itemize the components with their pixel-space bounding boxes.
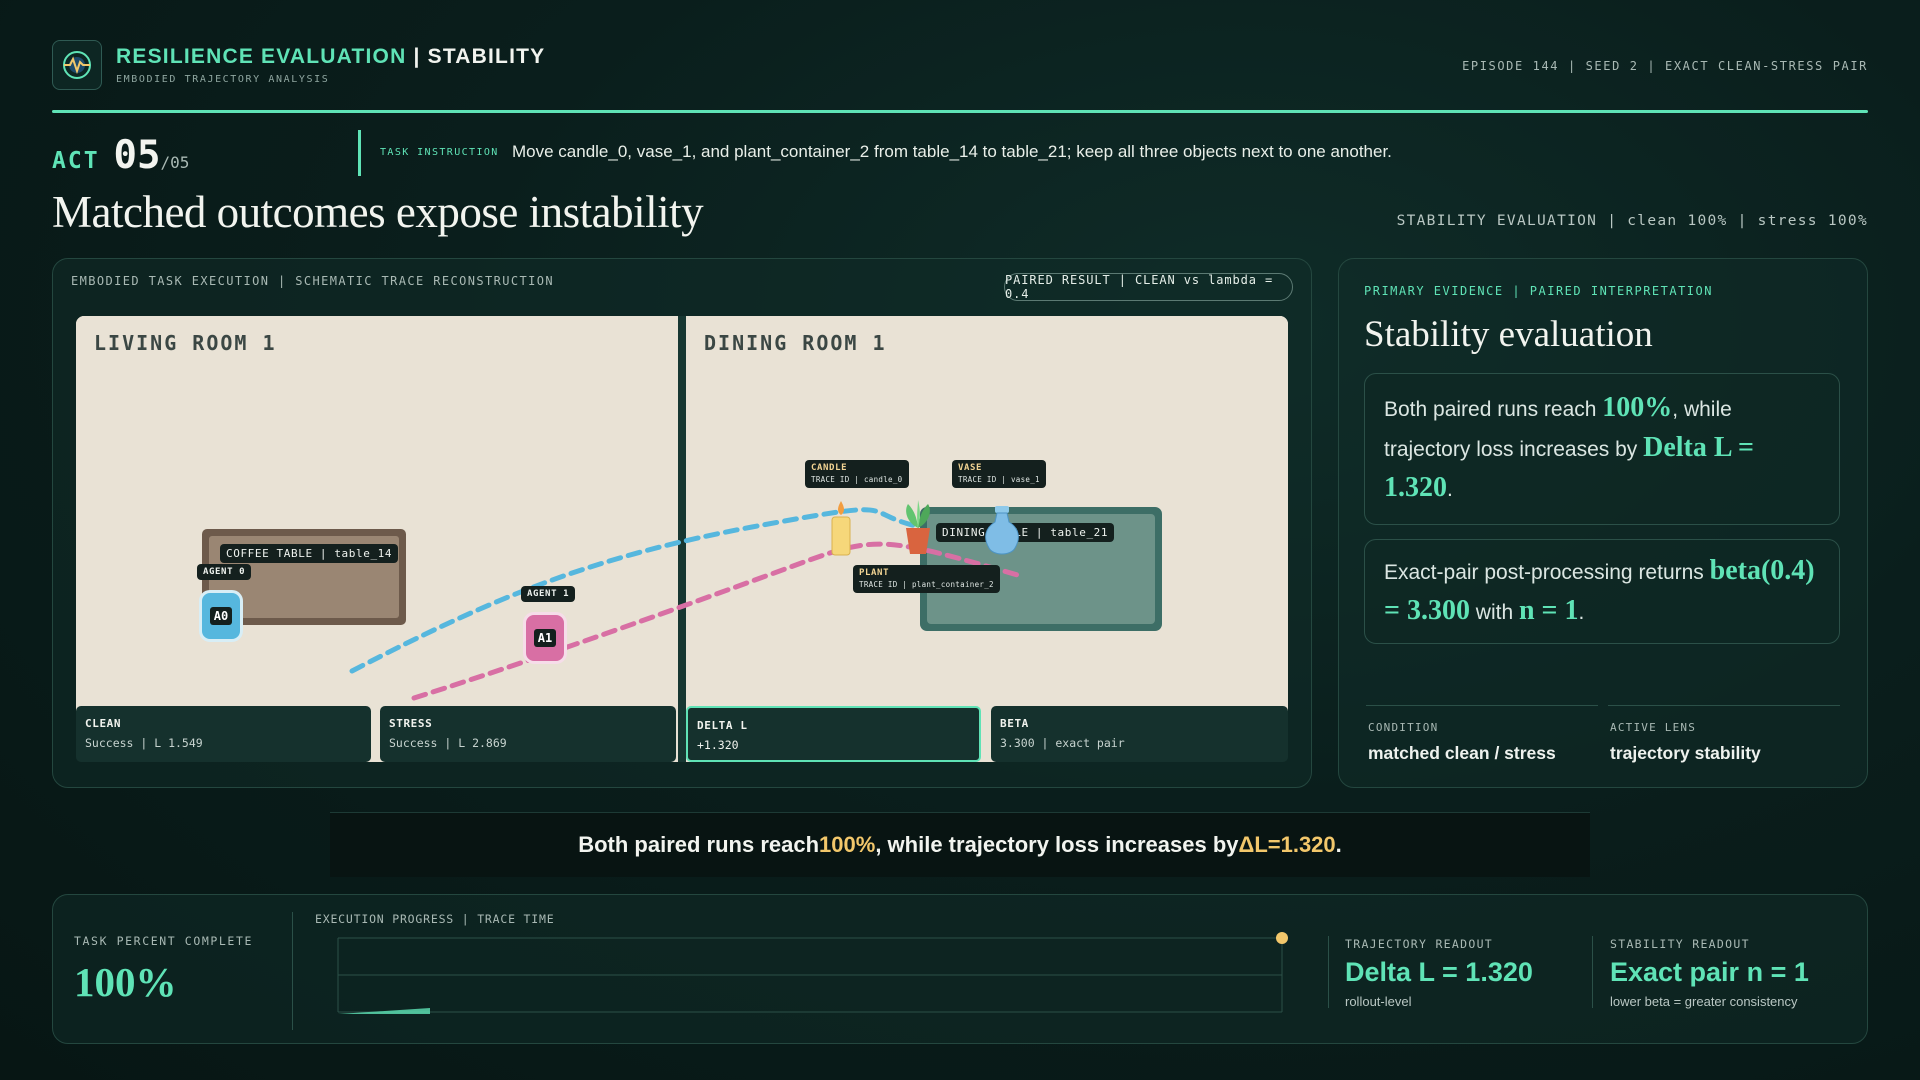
readout-divider-1 (1328, 936, 1329, 1008)
stability-readout-label: STABILITY READOUT (1610, 937, 1750, 951)
evidence-2-text-a: Exact-pair post-processing returns (1384, 560, 1710, 584)
candle-tag: CANDLE TRACE ID | candle_0 (805, 460, 909, 488)
progress-trace (338, 1008, 430, 1014)
evidence-box-1: Both paired runs reach 100%, while traje… (1364, 373, 1840, 525)
evidence-2-text-b: with (1469, 600, 1519, 624)
beta-stat-value: 3.300 | exact pair (1000, 736, 1125, 750)
delta-l-stat-key: DELTA L (697, 719, 748, 732)
condition-value: matched clean / stress (1368, 743, 1556, 763)
banner-highlight-b: ΔL=1.320 (1238, 832, 1336, 857)
act-total: /05 (160, 153, 190, 172)
candle-name: CANDLE (811, 463, 848, 473)
stability-readout-value: Exact pair n = 1 (1610, 957, 1809, 987)
trajectory-readout-value: Delta L = 1.320 (1345, 957, 1533, 987)
plant-tag: PLANT TRACE ID | plant_container_2 (853, 565, 1000, 593)
vase-trace: TRACE ID | vase_1 (958, 475, 1040, 484)
pulse-globe-icon (63, 51, 91, 79)
evidence-1-text-a: Both paired runs reach (1384, 398, 1603, 421)
scene-map: LIVING ROOM 1 DINING ROOM 1 COFFEE TABLE… (76, 316, 1288, 762)
banner-text-a: Both paired runs reach (578, 832, 820, 857)
task-complete-label: TASK PERCENT COMPLETE (74, 934, 253, 948)
stress-stat-value: Success | L 2.869 (389, 736, 507, 750)
clean-stat-key: CLEAN (85, 717, 122, 730)
lens-label: ACTIVE LENS (1610, 721, 1697, 734)
plant-trace: TRACE ID | plant_container_2 (859, 580, 994, 589)
vase-icon (985, 506, 1019, 555)
task-instruction-text: Move candle_0, vase_1, and plant_contain… (512, 142, 1392, 161)
paired-result-pill: PAIRED RESULT | CLEAN vs lambda = 0.4 (1004, 273, 1293, 301)
agent-1-badge: A1 (533, 629, 557, 647)
evidence-1-emph-a: 100% (1602, 392, 1673, 423)
evidence-2-text-c: . (1578, 600, 1585, 624)
delta-l-stat: DELTA L +1.320 (686, 706, 981, 762)
candle-trace: TRACE ID | candle_0 (811, 475, 903, 484)
evidence-label: PRIMARY EVIDENCE | PAIRED INTERPRETATION (1364, 284, 1713, 298)
banner-text-c: . (1335, 832, 1342, 857)
plant-icon (906, 500, 930, 554)
delta-l-stat-value: +1.320 (697, 738, 739, 752)
app-title-rest: STABILITY (427, 45, 546, 68)
clean-stat-value: Success | L 1.549 (85, 736, 203, 750)
trajectory-paths (349, 507, 1024, 701)
lens-value: trajectory stability (1610, 743, 1761, 763)
agent-1-tag: AGENT 1 (521, 586, 576, 602)
app-logo (52, 40, 102, 90)
stress-stat: STRESS Success | L 2.869 (380, 706, 676, 762)
progress-marker[interactable] (1276, 932, 1288, 944)
agent-0-marker[interactable]: A0 (199, 590, 243, 642)
stress-stat-key: STRESS (389, 717, 433, 730)
header-rule (52, 110, 1868, 113)
vase-tag: VASE TRACE ID | vase_1 (952, 460, 1046, 488)
progress-divider (292, 912, 293, 1030)
evidence-title: Stability evaluation (1364, 314, 1653, 355)
app-title-accent: RESILIENCE EVALUATION (116, 45, 407, 68)
clean-stat: CLEAN Success | L 1.549 (76, 706, 371, 762)
stability-summary: STABILITY EVALUATION | clean 100% | stre… (1396, 213, 1868, 229)
readout-divider-2 (1592, 936, 1593, 1008)
execution-progress-chart (337, 932, 1288, 1014)
task-divider (358, 130, 361, 176)
evidence-box-2: Exact-pair post-processing returns beta(… (1364, 539, 1840, 644)
condition-label: CONDITION (1368, 721, 1439, 734)
task-instruction-label: TASK INSTRUCTION (380, 147, 499, 158)
vase-name: VASE (958, 463, 983, 473)
trajectory-readout-label: TRAJECTORY READOUT (1345, 937, 1494, 951)
app-title: RESILIENCE EVALUATION | STABILITY (116, 45, 545, 69)
lens-rule (1608, 705, 1840, 706)
page-title: Matched outcomes expose instability (52, 187, 704, 237)
act-indicator: ACT 05 /05 (52, 133, 189, 178)
execution-progress-label: EXECUTION PROGRESS | TRACE TIME (315, 912, 555, 926)
agent-1-marker[interactable]: A1 (523, 612, 567, 664)
beta-stat-key: BETA (1000, 717, 1029, 730)
scene-panel-label: EMBODIED TASK EXECUTION | SCHEMATIC TRAC… (71, 274, 554, 288)
candle-icon (831, 501, 851, 556)
act-label: ACT (52, 148, 100, 174)
condition-rule (1366, 705, 1598, 706)
episode-info: EPISODE 144 | SEED 2 | EXACT CLEAN-STRES… (1462, 59, 1868, 73)
banner-text-b: , while trajectory loss increases by (875, 832, 1239, 857)
agent-0-tag: AGENT 0 (197, 564, 252, 580)
trajectory-readout-sub: rollout-level (1345, 994, 1412, 1009)
plant-name: PLANT (859, 568, 890, 578)
beta-stat: BETA 3.300 | exact pair (991, 706, 1288, 762)
evidence-1-text-c: . (1447, 478, 1453, 501)
act-number: 05 (113, 133, 161, 178)
evidence-2-emph-b: n = 1 (1518, 594, 1579, 626)
app-subtitle: EMBODIED TRAJECTORY ANALYSIS (116, 74, 330, 85)
app-title-sep: | (406, 45, 428, 68)
stability-readout-sub: lower beta = greater consistency (1610, 994, 1798, 1009)
task-complete-value: 100% (74, 959, 177, 1005)
agent-0-badge: A0 (209, 607, 233, 625)
summary-banner: Both paired runs reach 100%, while traje… (330, 812, 1590, 877)
banner-highlight-a: 100% (819, 832, 876, 857)
